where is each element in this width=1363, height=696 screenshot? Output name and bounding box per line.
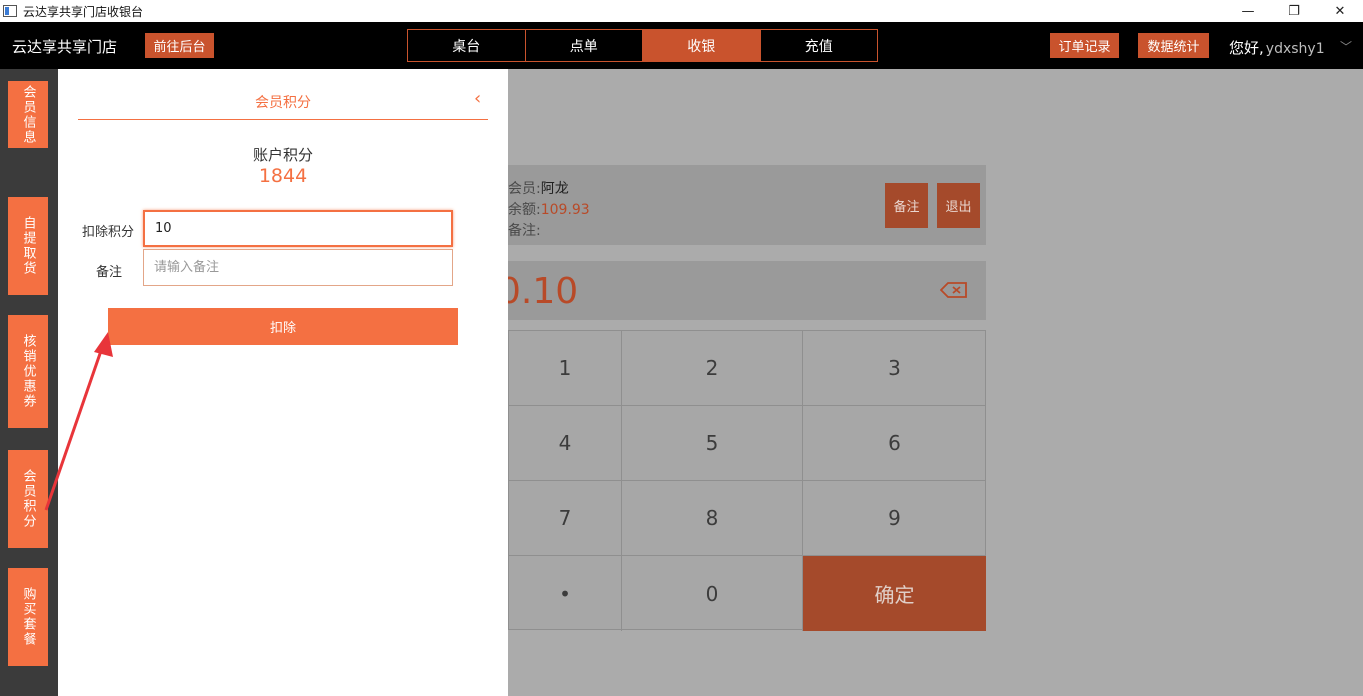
data-stats-button[interactable]: 数据统计 — [1138, 33, 1209, 58]
note-label: 备注 — [96, 265, 123, 280]
confirm-button[interactable]: 确定 — [803, 556, 986, 631]
panel-title: 会员积分 — [255, 95, 311, 111]
member-exit-button[interactable]: 退出 — [937, 183, 980, 228]
tab-tables[interactable]: 桌台 — [408, 30, 526, 61]
account-points-value: 1844 — [258, 165, 308, 187]
close-button[interactable]: ✕ — [1317, 0, 1363, 22]
member-name-label: 会员: — [508, 181, 541, 197]
member-note-line: 备注: — [508, 220, 541, 240]
member-name-value: 阿龙 — [540, 181, 569, 197]
note-input[interactable] — [143, 249, 453, 286]
deduct-button[interactable]: 扣除 — [108, 308, 458, 345]
tab-recharge[interactable]: 充值 — [761, 30, 878, 61]
go-backend-button[interactable]: 前往后台 — [145, 33, 214, 58]
chevron-down-icon[interactable]: ﹀ — [1340, 38, 1352, 55]
app-icon — [3, 5, 17, 17]
member-points-panel: 会员积分 ‹ 账户积分 1844 扣除积分 备注 扣除 — [58, 69, 508, 696]
window-titlebar: 云达享共享门店收银台 — ❐ ✕ — [0, 0, 1363, 22]
account-points-label: 账户积分 — [252, 146, 313, 164]
key-0[interactable]: 0 — [622, 556, 803, 631]
amount-display-box: 0.10 — [498, 261, 986, 320]
key-4[interactable]: 4 — [509, 406, 622, 481]
key-8[interactable]: 8 — [622, 481, 803, 556]
member-note-button[interactable]: 备注 — [885, 183, 928, 228]
tab-cashier[interactable]: 收银 — [643, 30, 761, 61]
username: ydxshy1 — [1265, 41, 1325, 57]
member-balance-value: 109.93 — [540, 202, 590, 218]
backspace-icon[interactable] — [940, 281, 968, 299]
amount-display: 0.10 — [498, 271, 579, 312]
sidebar-item-buy-package[interactable]: 购买套餐 — [8, 568, 48, 666]
left-sidebar: 会员信息 自提取货 核销优惠券 会员积分 购买套餐 — [0, 69, 58, 696]
key-5[interactable]: 5 — [622, 406, 803, 481]
deduct-points-input[interactable] — [143, 210, 453, 247]
sidebar-item-member-points[interactable]: 会员积分 — [8, 450, 48, 548]
key-dot[interactable]: • — [509, 556, 622, 631]
greeting-text: 您好, — [1229, 39, 1264, 57]
chevron-left-icon[interactable]: ‹ — [474, 88, 481, 109]
member-name-line: 会员:阿龙 — [508, 178, 569, 198]
restore-button[interactable]: ❐ — [1271, 0, 1317, 22]
key-6[interactable]: 6 — [803, 406, 986, 481]
tab-order[interactable]: 点单 — [526, 30, 643, 61]
key-2[interactable]: 2 — [622, 331, 803, 406]
member-note-label: 备注: — [508, 223, 541, 239]
order-records-button[interactable]: 订单记录 — [1050, 33, 1119, 58]
sidebar-item-redeem-coupon[interactable]: 核销优惠券 — [8, 315, 48, 428]
key-1[interactable]: 1 — [509, 331, 622, 406]
top-nav: 云达享共享门店 前往后台 桌台 点单 收银 充值 订单记录 数据统计 您好, yd… — [0, 22, 1363, 69]
window-controls: — ❐ ✕ — [1225, 0, 1363, 22]
store-name: 云达享共享门店 — [12, 38, 118, 56]
key-9[interactable]: 9 — [803, 481, 986, 556]
window-title: 云达享共享门店收银台 — [23, 4, 144, 19]
member-balance-line: 余额:109.93 — [508, 199, 590, 219]
sidebar-item-member-info[interactable]: 会员信息 — [8, 81, 48, 148]
main-tabs: 桌台 点单 收银 充值 — [407, 29, 878, 62]
numeric-keypad: 1 2 3 4 5 6 7 8 9 • 0 确定 — [508, 330, 986, 631]
key-3[interactable]: 3 — [803, 331, 986, 406]
panel-divider — [78, 119, 488, 120]
member-balance-label: 余额: — [508, 202, 541, 218]
key-7[interactable]: 7 — [509, 481, 622, 556]
deduct-points-label: 扣除积分 — [82, 225, 135, 240]
member-info-box: 会员:阿龙 余额:109.93 备注: 备注 退出 — [508, 165, 986, 245]
user-greeting[interactable]: 您好, ydxshy1 — [1229, 37, 1325, 58]
minimize-button[interactable]: — — [1225, 0, 1271, 22]
sidebar-item-self-pickup[interactable]: 自提取货 — [8, 197, 48, 295]
